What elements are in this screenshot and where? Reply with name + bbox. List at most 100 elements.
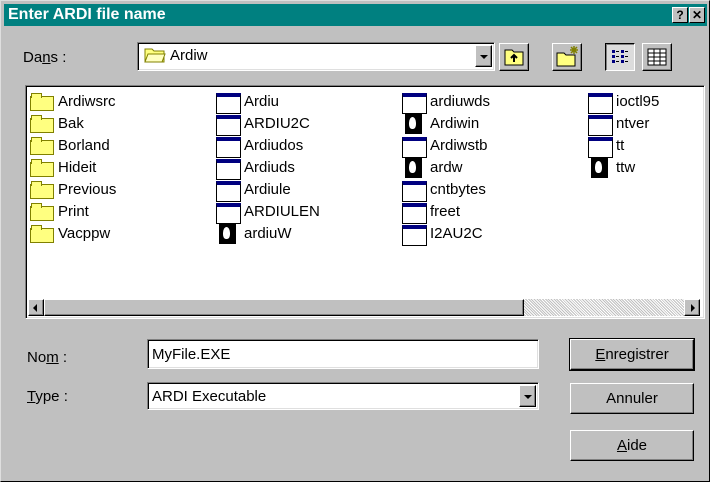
file-item[interactable]: I2AU2C (402, 222, 490, 246)
arrow-left-icon (33, 304, 37, 312)
horizontal-scrollbar[interactable] (28, 299, 700, 316)
file-list[interactable]: Ardiwsrc Bak Borland Hideit Previous Print Vac… (25, 85, 705, 319)
file-item-name: Borland (58, 136, 110, 154)
executable-icon (588, 115, 613, 136)
cancel-button-label: Annuler (606, 390, 658, 407)
file-item[interactable]: Ardiwin (402, 112, 490, 134)
filename-value: MyFile.EXE (152, 346, 231, 363)
file-item-name: Print (58, 202, 89, 220)
file-item-name: Ardiwstb (430, 136, 488, 154)
file-item-name: Previous (58, 180, 117, 198)
executable-icon (402, 137, 427, 158)
file-column-4: ioctl95 ntver tt ttw (588, 90, 659, 178)
chevron-down-icon (480, 55, 488, 59)
file-item[interactable]: Borland (30, 134, 116, 156)
file-item-name: I2AU2C (430, 224, 483, 242)
executable-icon (402, 225, 427, 246)
file-item-name: Ardiuds (244, 158, 295, 176)
file-item[interactable]: ARDIU2C (216, 112, 320, 136)
file-item[interactable]: Bak (30, 112, 116, 134)
file-item[interactable]: freet (402, 200, 490, 224)
executable-icon (402, 181, 427, 202)
folder-icon (30, 115, 55, 133)
application-icon (588, 158, 613, 178)
title-bar[interactable]: Enter ARDI file name ? ✕ (4, 4, 707, 26)
new-folder-icon (556, 46, 578, 67)
filetype-select[interactable]: ARDI Executable (147, 382, 539, 410)
filename-label-text-end: : (58, 349, 68, 366)
file-column-2: Ardiu ARDIU2C Ardiudos Ardiuds Ardiule ARDIUL… (216, 90, 320, 244)
file-item[interactable]: Vacppw (30, 222, 116, 244)
details-view-icon (647, 48, 667, 66)
file-item[interactable]: Ardiu (216, 90, 320, 114)
location-label-text: Da (23, 49, 43, 66)
location-label: Dans : (23, 49, 66, 66)
executable-icon (588, 93, 613, 114)
filetype-label-text-end: ype : (35, 388, 68, 405)
file-item[interactable]: Ardiuds (216, 156, 320, 180)
file-item-name: ntver (616, 114, 650, 132)
folder-icon (30, 203, 55, 221)
file-column-1: Ardiwsrc Bak Borland Hideit Previous Print Vac… (30, 90, 116, 244)
up-folder-icon (504, 49, 524, 66)
file-item[interactable]: Print (30, 200, 116, 222)
file-item[interactable]: Ardiwstb (402, 134, 490, 158)
list-view-button[interactable] (605, 43, 635, 71)
application-icon (402, 158, 427, 178)
save-dialog: Enter ARDI file name ? ✕ Dans : Ardiw Ar… (0, 0, 710, 482)
file-item-name: ARDIULEN (244, 202, 320, 220)
location-combo[interactable]: Ardiw (137, 42, 495, 71)
file-item-name: Hideit (58, 158, 97, 176)
scroll-left-button[interactable] (28, 299, 44, 316)
folder-icon (30, 93, 55, 111)
executable-icon (588, 137, 613, 158)
dialog-title: Enter ARDI file name (8, 6, 166, 23)
new-folder-button[interactable] (552, 43, 582, 71)
arrow-right-icon (691, 304, 695, 312)
file-item-name: Ardiudos (244, 136, 304, 154)
application-icon (216, 224, 241, 244)
filetype-dropdown-button[interactable] (519, 385, 536, 407)
file-item-name: Ardiwsrc (58, 92, 116, 110)
file-item[interactable]: ntver (588, 112, 659, 136)
file-column-3: ardiuwds Ardiwin Ardiwstb ardw cntbytes freet… (402, 90, 490, 246)
file-item[interactable]: Hideit (30, 156, 116, 178)
location-value: Ardiw (144, 47, 208, 64)
file-item[interactable]: ttw (588, 156, 659, 178)
application-icon (402, 114, 427, 134)
executable-icon (216, 181, 241, 202)
save-button[interactable]: Enregistrer (569, 338, 695, 371)
file-item[interactable]: Ardiule (216, 178, 320, 202)
location-dropdown-button[interactable] (475, 45, 492, 67)
file-item-name: ioctl95 (616, 92, 660, 110)
help-title-button[interactable]: ? (672, 7, 688, 23)
chevron-down-icon (524, 395, 532, 399)
scroll-right-button[interactable] (684, 299, 700, 316)
help-button[interactable]: Aide (570, 430, 694, 461)
file-item[interactable]: ardiuwds (402, 90, 490, 114)
executable-icon (216, 115, 241, 136)
file-item[interactable]: Ardiudos (216, 134, 320, 158)
filename-input[interactable]: MyFile.EXE (147, 339, 539, 369)
executable-icon (402, 93, 427, 114)
file-item[interactable]: cntbytes (402, 178, 490, 202)
file-item[interactable]: tt (588, 134, 659, 158)
cancel-button[interactable]: Annuler (570, 383, 694, 414)
file-item[interactable]: ARDIULEN (216, 200, 320, 224)
file-item[interactable]: ioctl95 (588, 90, 660, 114)
file-item[interactable]: ardiuW (216, 222, 320, 244)
filename-label-text: No (27, 349, 47, 366)
scroll-thumb[interactable] (44, 299, 524, 316)
file-item-name: Ardiu (244, 92, 280, 110)
close-button[interactable]: ✕ (689, 7, 705, 23)
file-item[interactable]: Previous (30, 178, 116, 200)
file-item[interactable]: Ardiwsrc (30, 90, 116, 112)
file-item-name: Bak (58, 114, 84, 132)
details-view-button[interactable] (642, 43, 672, 71)
folder-icon (30, 181, 55, 199)
file-item[interactable]: ardw (402, 156, 490, 178)
file-item-name: Ardiwin (430, 114, 480, 132)
file-item-name: ARDIU2C (244, 114, 310, 132)
up-one-level-button[interactable] (499, 43, 529, 71)
location-label-text-end: s : (50, 49, 67, 66)
